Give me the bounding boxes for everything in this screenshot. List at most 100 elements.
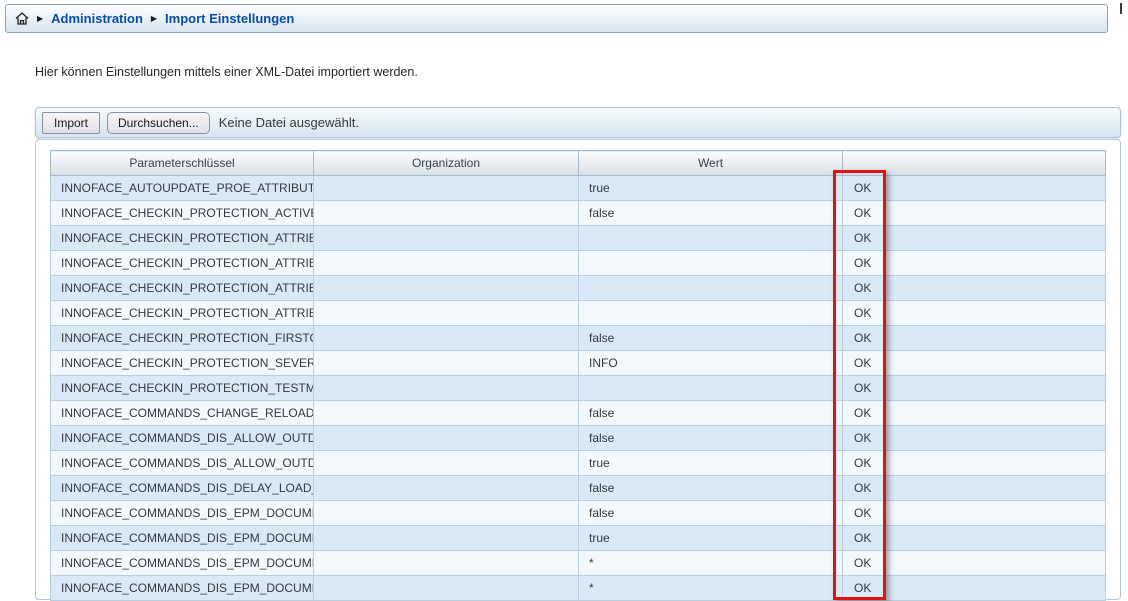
cell-wert: false bbox=[579, 426, 843, 451]
breadcrumb-item-administration[interactable]: Administration bbox=[51, 11, 143, 26]
cell-status: OK bbox=[843, 226, 1106, 251]
table-body: INNOFACE_AUTOUPDATE_PROE_ATTRIBUTES_FR t… bbox=[51, 176, 1106, 601]
cell-organization bbox=[314, 576, 579, 601]
cell-parameter-key: INNOFACE_COMMANDS_DIS_DELAY_LOAD_ROO bbox=[51, 476, 314, 501]
breadcrumb-separator-icon: ▶ bbox=[151, 15, 157, 23]
cell-wert: true bbox=[579, 526, 843, 551]
cell-parameter-key: INNOFACE_CHECKIN_PROTECTION_FIRSTONLY bbox=[51, 326, 314, 351]
cell-status: OK bbox=[843, 301, 1106, 326]
cell-parameter-key: INNOFACE_CHECKIN_PROTECTION_ATTRIBUTES bbox=[51, 226, 314, 251]
cell-wert: INFO bbox=[579, 351, 843, 376]
cell-organization bbox=[314, 426, 579, 451]
table-row[interactable]: INNOFACE_CHECKIN_PROTECTION_ACTIVE false… bbox=[51, 201, 1106, 226]
cell-wert: false bbox=[579, 326, 843, 351]
cell-parameter-key: INNOFACE_CHECKIN_PROTECTION_ATTRIBUTES bbox=[51, 276, 314, 301]
cell-organization bbox=[314, 501, 579, 526]
cell-parameter-key: INNOFACE_COMMANDS_DIS_EPM_DOCUMENT bbox=[51, 501, 314, 526]
cell-wert: false bbox=[579, 476, 843, 501]
cell-status: OK bbox=[843, 401, 1106, 426]
cell-wert: false bbox=[579, 401, 843, 426]
cell-wert bbox=[579, 226, 843, 251]
table-row[interactable]: INNOFACE_CHECKIN_PROTECTION_ATTRIBUTES O… bbox=[51, 251, 1106, 276]
breadcrumb-separator-icon: ▶ bbox=[37, 15, 43, 23]
cell-status: OK bbox=[843, 426, 1106, 451]
cell-parameter-key: INNOFACE_COMMANDS_DIS_EPM_DOCUMENT bbox=[51, 551, 314, 576]
intro-text: Hier können Einstellungen mittels einer … bbox=[35, 65, 418, 79]
cell-status: OK bbox=[843, 201, 1106, 226]
breadcrumb: ▶ Administration ▶ Import Einstellungen bbox=[5, 4, 1108, 33]
cell-organization bbox=[314, 326, 579, 351]
cell-organization bbox=[314, 451, 579, 476]
import-toolbar: Import Durchsuchen... Keine Datei ausgew… bbox=[35, 107, 1121, 138]
table-row[interactable]: INNOFACE_CHECKIN_PROTECTION_ATTRIBUTES O… bbox=[51, 301, 1106, 326]
table-row[interactable]: INNOFACE_COMMANDS_DIS_EPM_DOCUMENT false… bbox=[51, 501, 1106, 526]
cell-organization bbox=[314, 351, 579, 376]
settings-table: Parameterschlüssel Organization Wert INN… bbox=[50, 150, 1106, 601]
cell-wert bbox=[579, 301, 843, 326]
table-row[interactable]: INNOFACE_AUTOUPDATE_PROE_ATTRIBUTES_FR t… bbox=[51, 176, 1106, 201]
cell-organization bbox=[314, 551, 579, 576]
cell-wert: true bbox=[579, 451, 843, 476]
cell-organization bbox=[314, 376, 579, 401]
cell-organization bbox=[314, 276, 579, 301]
home-icon[interactable] bbox=[15, 12, 29, 25]
breadcrumb-item-import-einstellungen[interactable]: Import Einstellungen bbox=[165, 11, 294, 26]
text-cursor-mark bbox=[1120, 3, 1122, 14]
table-row[interactable]: INNOFACE_CHECKIN_PROTECTION_TESTMODE OK bbox=[51, 376, 1106, 401]
table-row[interactable]: INNOFACE_CHECKIN_PROTECTION_FIRSTONLY fa… bbox=[51, 326, 1106, 351]
browse-button[interactable]: Durchsuchen... bbox=[107, 112, 210, 134]
cell-parameter-key: INNOFACE_COMMANDS_CHANGE_RELOAD_SU bbox=[51, 401, 314, 426]
table-header-row: Parameterschlüssel Organization Wert bbox=[51, 151, 1106, 176]
cell-parameter-key: INNOFACE_COMMANDS_DIS_EPM_DOCUMENT bbox=[51, 526, 314, 551]
table-row[interactable]: INNOFACE_COMMANDS_DIS_ALLOW_OUTDATE fals… bbox=[51, 426, 1106, 451]
cell-status: OK bbox=[843, 551, 1106, 576]
cell-organization bbox=[314, 226, 579, 251]
cell-wert: false bbox=[579, 201, 843, 226]
cell-parameter-key: INNOFACE_CHECKIN_PROTECTION_TESTMODE bbox=[51, 376, 314, 401]
cell-wert: * bbox=[579, 576, 843, 601]
column-header-parameterschluessel: Parameterschlüssel bbox=[51, 151, 314, 176]
cell-organization bbox=[314, 526, 579, 551]
column-header-wert: Wert bbox=[579, 151, 843, 176]
import-button[interactable]: Import bbox=[42, 112, 100, 134]
cell-status: OK bbox=[843, 276, 1106, 301]
cell-wert bbox=[579, 376, 843, 401]
table-row[interactable]: INNOFACE_COMMANDS_DIS_ALLOW_OUTDATE true… bbox=[51, 451, 1106, 476]
cell-status: OK bbox=[843, 576, 1106, 601]
table-row[interactable]: INNOFACE_CHECKIN_PROTECTION_ATTRIBUTES O… bbox=[51, 276, 1106, 301]
cell-organization bbox=[314, 476, 579, 501]
table-row[interactable]: INNOFACE_COMMANDS_DIS_DELAY_LOAD_ROO fal… bbox=[51, 476, 1106, 501]
cell-wert bbox=[579, 251, 843, 276]
table-row[interactable]: INNOFACE_COMMANDS_CHANGE_RELOAD_SU false… bbox=[51, 401, 1106, 426]
table-row[interactable]: INNOFACE_COMMANDS_DIS_EPM_DOCUMENT true … bbox=[51, 526, 1106, 551]
cell-parameter-key: INNOFACE_CHECKIN_PROTECTION_ATTRIBUTES bbox=[51, 251, 314, 276]
table-row[interactable]: INNOFACE_CHECKIN_PROTECTION_SEVERITY INF… bbox=[51, 351, 1106, 376]
cell-status: OK bbox=[843, 251, 1106, 276]
cell-status: OK bbox=[843, 326, 1106, 351]
cell-status: OK bbox=[843, 351, 1106, 376]
cell-parameter-key: INNOFACE_CHECKIN_PROTECTION_ACTIVE bbox=[51, 201, 314, 226]
file-status-text: Keine Datei ausgewählt. bbox=[219, 115, 359, 130]
cell-wert: * bbox=[579, 551, 843, 576]
cell-wert: false bbox=[579, 501, 843, 526]
cell-status: OK bbox=[843, 376, 1106, 401]
cell-status: OK bbox=[843, 176, 1106, 201]
cell-organization bbox=[314, 176, 579, 201]
column-header-organization: Organization bbox=[314, 151, 579, 176]
cell-parameter-key: INNOFACE_CHECKIN_PROTECTION_SEVERITY bbox=[51, 351, 314, 376]
table-row[interactable]: INNOFACE_CHECKIN_PROTECTION_ATTRIBUTES O… bbox=[51, 226, 1106, 251]
cell-status: OK bbox=[843, 526, 1106, 551]
cell-parameter-key: INNOFACE_COMMANDS_DIS_ALLOW_OUTDATE bbox=[51, 451, 314, 476]
table-row[interactable]: INNOFACE_COMMANDS_DIS_EPM_DOCUMENT * OK bbox=[51, 551, 1106, 576]
cell-organization bbox=[314, 401, 579, 426]
cell-parameter-key: INNOFACE_COMMANDS_DIS_ALLOW_OUTDATE bbox=[51, 426, 314, 451]
table-panel: Parameterschlüssel Organization Wert INN… bbox=[35, 139, 1121, 600]
cell-wert bbox=[579, 276, 843, 301]
cell-wert: true bbox=[579, 176, 843, 201]
cell-parameter-key: INNOFACE_AUTOUPDATE_PROE_ATTRIBUTES_FR bbox=[51, 176, 314, 201]
table-row[interactable]: INNOFACE_COMMANDS_DIS_EPM_DOCUMENT * OK bbox=[51, 576, 1106, 601]
cell-parameter-key: INNOFACE_CHECKIN_PROTECTION_ATTRIBUTES bbox=[51, 301, 314, 326]
cell-organization bbox=[314, 301, 579, 326]
cell-status: OK bbox=[843, 451, 1106, 476]
cell-parameter-key: INNOFACE_COMMANDS_DIS_EPM_DOCUMENT bbox=[51, 576, 314, 601]
